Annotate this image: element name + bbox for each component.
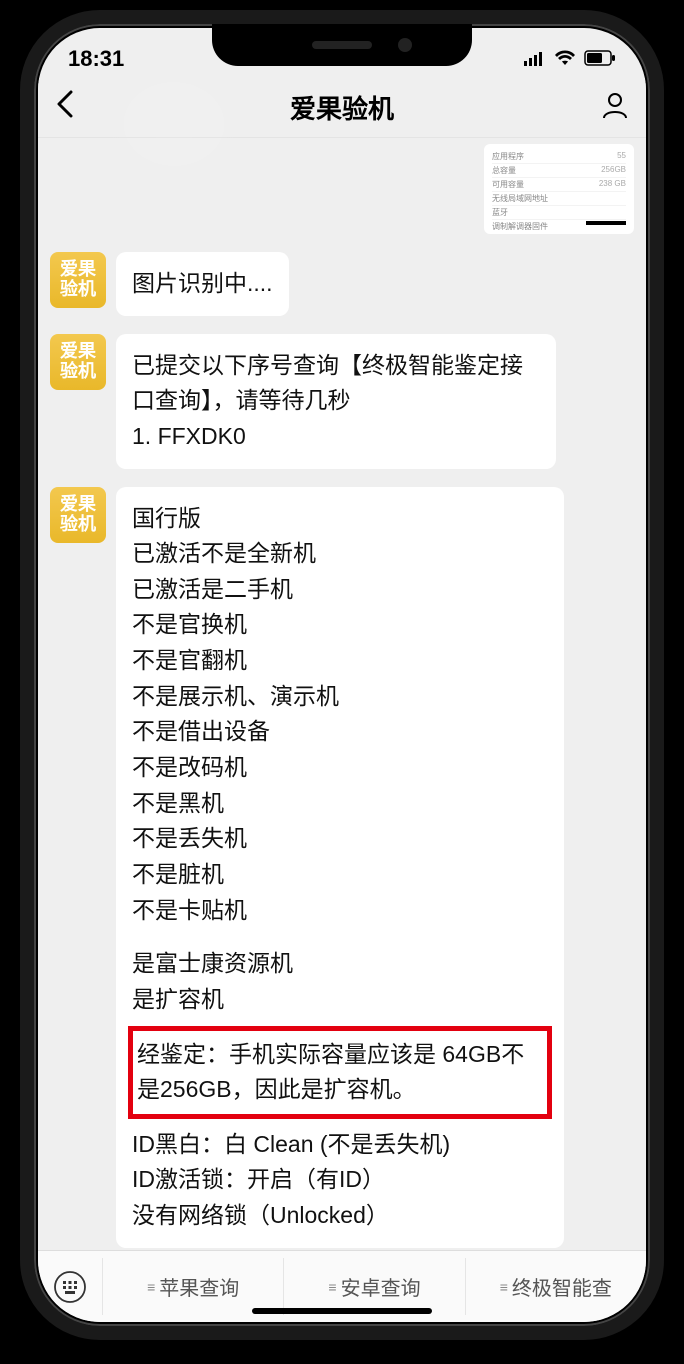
text-line: 是富士康资源机 [132, 946, 548, 982]
menu-icon: ≡ [328, 1279, 334, 1295]
text-line: ID黑白：白 Clean (不是丢失机) [132, 1127, 548, 1163]
bot-avatar: 爱果 验机 [50, 334, 106, 390]
text-line: 没有网络锁（Unlocked） [132, 1198, 548, 1234]
text-line: 已提交以下序号查询【终极智能鉴定接口查询】，请等待几秒 [132, 348, 540, 419]
chat-area[interactable]: 应用程序55 总容量256GB 可用容量238 GB 无线局域网地址 蓝牙 调制… [38, 138, 646, 1250]
text-line: 不是黑机 [132, 786, 548, 822]
tab-apple-query[interactable]: ≡苹果查询 [102, 1258, 283, 1315]
message-bubble: 图片识别中.... [116, 252, 289, 316]
battery-icon [584, 46, 616, 72]
text-line: 1. FFXDK0 [132, 419, 540, 455]
front-camera-icon [398, 38, 412, 52]
status-time: 18:31 [68, 46, 124, 72]
screen: 18:31 爱果验机 [38, 28, 646, 1322]
text-line: 不是官换机 [132, 607, 548, 643]
text-line: 国行版 [132, 501, 548, 537]
verdict-highlight: 经鉴定：手机实际容量应该是 64GB不是256GB，因此是扩容机。 [128, 1026, 552, 1119]
screenshot-thumbnail[interactable]: 应用程序55 总容量256GB 可用容量238 GB 无线局域网地址 蓝牙 调制… [484, 144, 634, 234]
wifi-icon [554, 46, 576, 72]
bot-message: 爱果 验机 国行版 已激活不是全新机 已激活是二手机 不是官换机 不是官翻机 不… [50, 487, 634, 1248]
text-line: 不是改码机 [132, 750, 548, 786]
tab-android-query[interactable]: ≡安卓查询 [283, 1258, 464, 1315]
signal-icon [524, 46, 546, 72]
text-line: 不是展示机、演示机 [132, 679, 548, 715]
status-right [524, 46, 616, 72]
text-line: 不是官翻机 [132, 643, 548, 679]
verdict-text: 经鉴定：手机实际容量应该是 64GB不是256GB，因此是扩容机。 [137, 1041, 524, 1103]
bot-avatar: 爱果 验机 [50, 487, 106, 543]
message-bubble: 国行版 已激活不是全新机 已激活是二手机 不是官换机 不是官翻机 不是展示机、演… [116, 487, 564, 1248]
user-message: 应用程序55 总容量256GB 可用容量238 GB 无线局域网地址 蓝牙 调制… [50, 144, 634, 234]
text-line: 不是脏机 [132, 857, 548, 893]
menu-icon: ≡ [147, 1279, 153, 1295]
notch [212, 24, 472, 66]
page-title: 爱果验机 [38, 89, 646, 126]
text-line: 已激活不是全新机 [132, 536, 548, 572]
text-line: 不是卡贴机 [132, 893, 548, 929]
text-line: 不是借出设备 [132, 714, 548, 750]
bot-message: 爱果 验机 已提交以下序号查询【终极智能鉴定接口查询】，请等待几秒 1. FFX… [50, 334, 634, 469]
bot-avatar: 爱果 验机 [50, 252, 106, 308]
keyboard-button[interactable] [38, 1270, 102, 1304]
text-line: ID激活锁：开启（有ID） [132, 1162, 548, 1198]
bot-message: 爱果 验机 图片识别中.... [50, 252, 634, 316]
nav-bar: 爱果验机 [38, 78, 646, 138]
tab-ultimate-query[interactable]: ≡终极智能查 [465, 1258, 646, 1315]
message-bubble: 已提交以下序号查询【终极智能鉴定接口查询】，请等待几秒 1. FFXDK0 [116, 334, 556, 469]
phone-frame: 18:31 爱果验机 [20, 10, 664, 1340]
speaker [312, 41, 372, 49]
bottom-tabs: ≡苹果查询 ≡安卓查询 ≡终极智能查 [102, 1258, 646, 1315]
text-line: 是扩容机 [132, 982, 548, 1018]
text-line: 已激活是二手机 [132, 572, 548, 608]
text-line: 不是丢失机 [132, 821, 548, 857]
home-indicator[interactable] [252, 1308, 432, 1314]
menu-icon: ≡ [500, 1279, 506, 1295]
